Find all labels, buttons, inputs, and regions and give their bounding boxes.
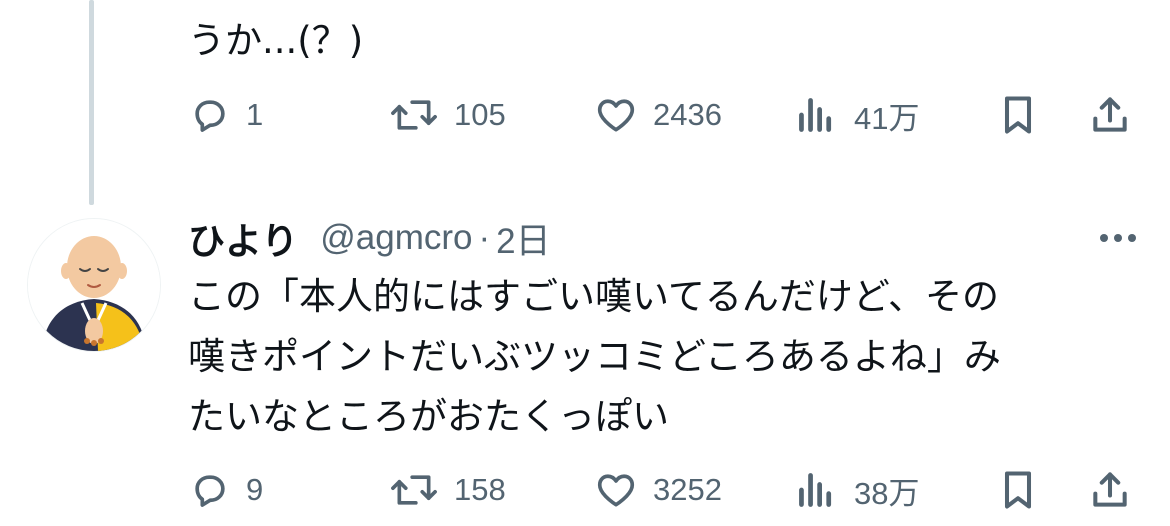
- reply-button[interactable]: 9: [188, 465, 263, 515]
- bookmark-button[interactable]: [998, 90, 1038, 140]
- views-button[interactable]: 41万: [796, 90, 919, 140]
- tweet-timestamp[interactable]: 2日: [496, 213, 550, 264]
- repost-icon: [388, 93, 440, 137]
- share-button[interactable]: [1088, 90, 1132, 140]
- reply-button[interactable]: 1: [188, 90, 263, 140]
- reply-icon: [188, 468, 232, 512]
- view-count: 41万: [854, 100, 920, 136]
- tweet-text-line: 嘆きポイントだいぶツッコミどころあるよね」み: [188, 335, 1001, 378]
- bookmark-icon: [998, 468, 1038, 512]
- repost-button[interactable]: 105: [388, 90, 506, 140]
- bookmark-button[interactable]: [998, 465, 1038, 515]
- reply-count: 9: [246, 472, 264, 507]
- more-options-button[interactable]: [1093, 218, 1143, 258]
- separator-dot: ·: [478, 218, 491, 257]
- share-button[interactable]: [1088, 465, 1132, 515]
- like-icon: [593, 468, 639, 512]
- views-icon: [796, 468, 836, 512]
- repost-count: 158: [454, 472, 506, 507]
- tweet-text-line: この「本人的にはすごい嘆いてるんだけど、その: [188, 275, 1000, 318]
- author-display-name[interactable]: ひより: [188, 211, 298, 265]
- repost-count: 105: [454, 97, 506, 132]
- tweet-text-line: たいなところがおたくっぽい: [188, 395, 669, 438]
- share-icon: [1088, 93, 1132, 137]
- view-count: 38万: [854, 475, 920, 511]
- tweet-header: ひより @agmcro · 2日: [188, 212, 551, 264]
- views-icon: [796, 93, 836, 137]
- reply-icon: [188, 93, 232, 137]
- tweet-text: うか...(？): [188, 19, 364, 62]
- like-button[interactable]: 3252: [593, 465, 722, 515]
- like-count: 2436: [653, 97, 722, 132]
- like-button[interactable]: 2436: [593, 90, 722, 140]
- author-handle[interactable]: @agmcro: [320, 218, 472, 258]
- bookmark-icon: [998, 93, 1038, 137]
- tweet-action-bar: 9 158 3252 38万: [0, 465, 1170, 515]
- views-button[interactable]: 38万: [796, 465, 919, 515]
- tweet-action-bar: 1 105 2436 41万: [0, 90, 1170, 140]
- repost-icon: [388, 468, 440, 512]
- like-icon: [593, 93, 639, 137]
- share-icon: [1088, 468, 1132, 512]
- like-count: 3252: [653, 472, 722, 507]
- repost-button[interactable]: 158: [388, 465, 506, 515]
- avatar[interactable]: [27, 218, 161, 352]
- more-icon: [1096, 229, 1140, 248]
- reply-count: 1: [246, 97, 264, 132]
